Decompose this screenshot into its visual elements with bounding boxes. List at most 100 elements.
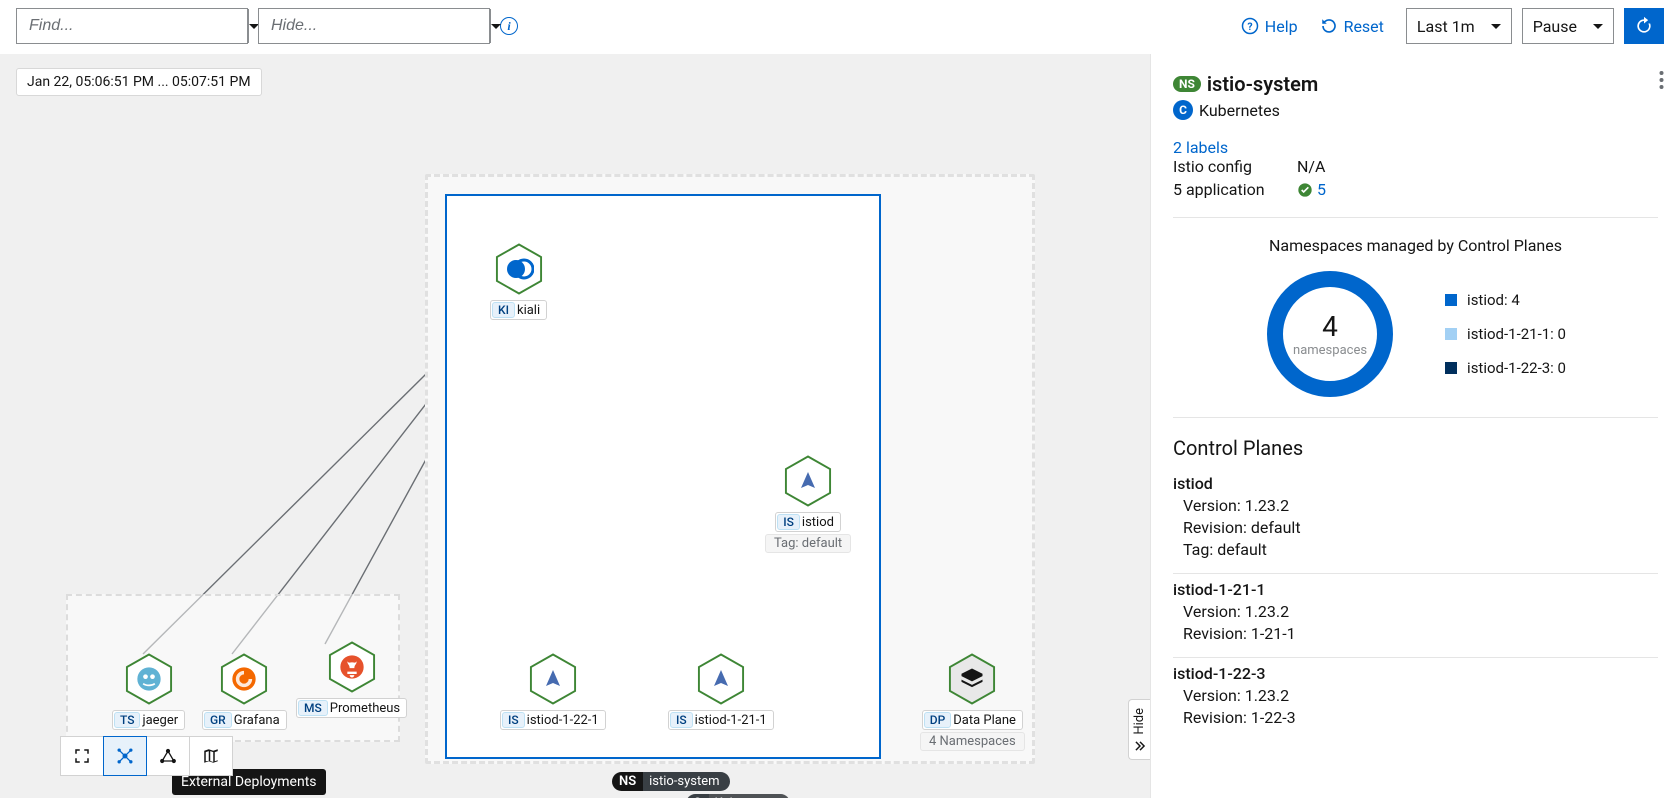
badge: IS: [777, 514, 800, 530]
node-data-plane[interactable]: DPData Plane 4 Namespaces: [920, 652, 1025, 751]
istio-icon: [796, 469, 820, 493]
node-label: MSPrometheus: [296, 698, 407, 718]
node-label: ISistiod-1-21-1: [668, 710, 774, 730]
chevron-down-icon: [1593, 24, 1603, 29]
network-alt-icon: [158, 746, 178, 766]
cp-name: istiod: [1173, 474, 1658, 493]
info-icon[interactable]: i: [500, 17, 518, 35]
hide-input[interactable]: [259, 9, 490, 43]
chevron-right-double-icon: [1133, 739, 1147, 753]
hide-combo[interactable]: [258, 8, 490, 44]
cp-version: Version: 1.23.2: [1173, 686, 1658, 705]
find-input[interactable]: [17, 9, 248, 43]
layout-default-button[interactable]: [103, 736, 147, 776]
node-kiali[interactable]: KIkiali: [490, 242, 547, 320]
prometheus-icon: [338, 653, 366, 681]
node-prometheus[interactable]: MSPrometheus: [296, 640, 407, 718]
swatch-icon: [1445, 328, 1457, 340]
graph-toolbar: [60, 736, 232, 776]
side-title: NS istio-system: [1173, 72, 1658, 96]
layers-icon: [958, 665, 986, 693]
istio-config-label: Istio config: [1173, 157, 1273, 176]
cluster-badge: C: [686, 794, 709, 798]
namespace-tag: NS istio-system: [612, 772, 730, 791]
reset-icon: [1320, 17, 1338, 35]
refresh-button[interactable]: [1624, 8, 1664, 44]
badge: IS: [502, 712, 525, 728]
node-jaeger[interactable]: TSjaeger: [112, 652, 185, 730]
node-label: KIkiali: [490, 300, 547, 320]
ns-badge-icon: NS: [1173, 76, 1201, 92]
refresh-icon: [1634, 16, 1654, 36]
time-range-value: Last 1m: [1417, 17, 1475, 36]
refresh-mode-value: Pause: [1533, 17, 1577, 36]
node-istiod-1-22-1[interactable]: ISistiod-1-22-1: [500, 652, 606, 730]
cp-version: Version: 1.23.2: [1173, 496, 1658, 515]
badge: DP: [924, 712, 952, 728]
reset-link[interactable]: Reset: [1320, 17, 1384, 36]
apps-label: 5 application: [1173, 180, 1273, 199]
help-icon: ?: [1241, 17, 1259, 35]
cp-revision: Revision: default: [1173, 518, 1658, 537]
node-grafana[interactable]: GRGrafana: [202, 652, 287, 730]
chart-title: Namespaces managed by Control Planes: [1173, 236, 1658, 255]
check-ok-icon: [1297, 182, 1313, 198]
node-label: ISistiod-1-22-1: [500, 710, 606, 730]
badge: GR: [204, 712, 232, 728]
hide-side-panel-tab[interactable]: Hide: [1128, 699, 1150, 760]
cp-revision: Revision: 1-22-3: [1173, 708, 1658, 727]
node-istiod-1-21-1[interactable]: ISistiod-1-21-1: [668, 652, 774, 730]
fit-to-screen-button[interactable]: [60, 736, 104, 776]
donut-unit: namespaces: [1293, 343, 1367, 358]
timestamp-chip: Jan 22, 05:06:51 PM ... 05:07:51 PM: [16, 68, 262, 96]
side-cluster: C Kubernetes: [1173, 100, 1658, 120]
apps-link[interactable]: 5: [1317, 180, 1326, 199]
legend: istiod: 4 istiod-1-21-1: 0 istiod-1-22-3…: [1445, 291, 1566, 377]
legend-item: istiod-1-21-1: 0: [1445, 325, 1566, 343]
help-link[interactable]: ? Help: [1241, 17, 1298, 36]
side-cluster-text: Kubernetes: [1199, 101, 1280, 120]
map-button[interactable]: [189, 736, 233, 776]
cluster-name: Kubernetes: [709, 794, 791, 798]
svg-text:?: ?: [1247, 20, 1252, 33]
layout-alt-button[interactable]: [146, 736, 190, 776]
ns-name: istio-system: [643, 772, 729, 791]
badge: IS: [670, 712, 693, 728]
badge: KI: [492, 302, 515, 318]
istio-icon: [541, 667, 565, 691]
kebab-menu[interactable]: [1659, 70, 1664, 94]
graph-canvas[interactable]: Jan 22, 05:06:51 PM ... 05:07:51 PM KIki…: [0, 54, 1150, 798]
control-planes-heading: Control Planes: [1173, 436, 1658, 460]
node-istiod[interactable]: ISistiod Tag: default: [765, 454, 851, 553]
map-icon: [202, 747, 220, 765]
control-plane-istiod: istiod Version: 1.23.2 Revision: default…: [1173, 468, 1658, 574]
node-sublabel: Tag: default: [765, 534, 851, 553]
hide-dropdown-toggle[interactable]: [490, 9, 501, 43]
swatch-icon: [1445, 294, 1457, 306]
cluster-badge-icon: C: [1173, 100, 1193, 120]
grafana-icon: [230, 665, 258, 693]
legend-item: istiod-1-22-3: 0: [1445, 359, 1566, 377]
badge: TS: [114, 712, 140, 728]
hide-label: Hide: [1132, 708, 1147, 735]
cp-revision: Revision: 1-21-1: [1173, 624, 1658, 643]
legend-item: istiod: 4: [1445, 291, 1566, 309]
chevron-down-icon: [491, 24, 501, 29]
cp-version: Version: 1.23.2: [1173, 602, 1658, 621]
node-label: TSjaeger: [112, 710, 185, 730]
node-label: ISistiod: [775, 512, 841, 532]
top-toolbar: i ? Help Reset Last 1m Pause: [0, 0, 1680, 54]
control-plane-istiod-1-21-1: istiod-1-21-1 Version: 1.23.2 Revision: …: [1173, 574, 1658, 658]
refresh-mode-select[interactable]: Pause: [1522, 8, 1614, 44]
control-plane-istiod-1-22-3: istiod-1-22-3 Version: 1.23.2 Revision: …: [1173, 658, 1658, 741]
find-combo[interactable]: [16, 8, 248, 44]
time-range-select[interactable]: Last 1m: [1406, 8, 1512, 44]
labels-link[interactable]: 2 labels: [1173, 138, 1228, 157]
node-sublabel: 4 Namespaces: [920, 732, 1025, 751]
node-label: GRGrafana: [202, 710, 287, 730]
node-label: DPData Plane: [922, 710, 1023, 730]
chevron-down-icon: [1491, 24, 1501, 29]
side-title-text: istio-system: [1207, 72, 1318, 96]
istio-config-value: N/A: [1297, 157, 1325, 176]
donut-chart: 4 namespaces istiod: 4 istiod-1-21-1: 0 …: [1173, 269, 1658, 399]
